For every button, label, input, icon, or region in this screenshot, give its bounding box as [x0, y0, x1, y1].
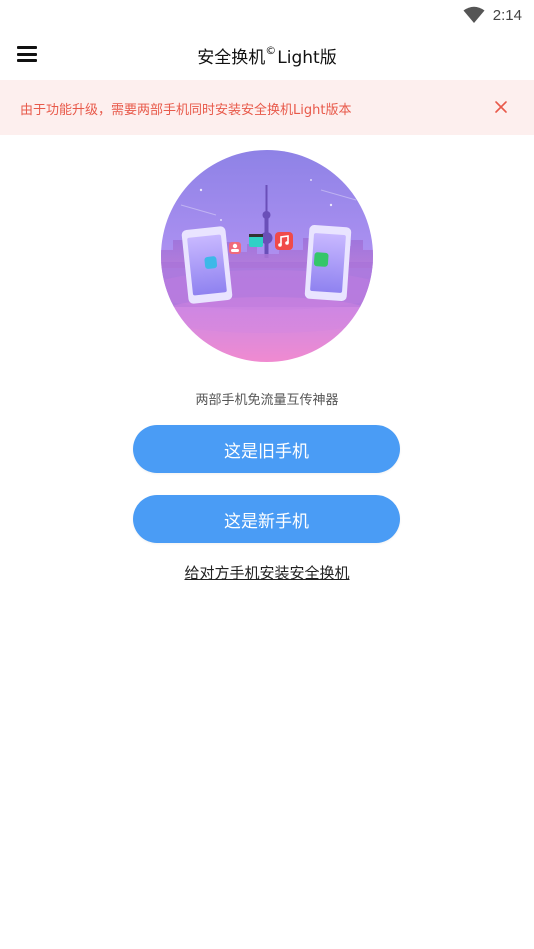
- status-clock: 2:14: [492, 6, 522, 24]
- install-on-other-phone-link[interactable]: 给对方手机安装安全换机: [0, 562, 534, 583]
- new-phone-button[interactable]: 这是新手机: [133, 495, 400, 543]
- wifi-icon: [463, 6, 485, 23]
- phone-transfer-illustration: [161, 150, 373, 362]
- status-bar: 2:14: [0, 0, 534, 30]
- title-prefix: 安全换机: [197, 48, 266, 68]
- close-icon[interactable]: [492, 98, 510, 116]
- app-bar: 安全换机©Light版: [0, 30, 534, 80]
- upgrade-notice-banner: 由于功能升级，需要两部手机同时安装安全换机Light版本: [0, 80, 534, 135]
- title-suffix: Light版: [277, 48, 337, 68]
- old-phone-button[interactable]: 这是旧手机: [133, 425, 400, 473]
- subtitle: 两部手机免流量互传神器: [195, 393, 339, 408]
- title-mark: ©: [265, 44, 277, 58]
- notice-text: 由于功能升级，需要两部手机同时安装安全换机Light版本: [20, 103, 352, 118]
- page-title: 安全换机©Light版: [0, 43, 534, 68]
